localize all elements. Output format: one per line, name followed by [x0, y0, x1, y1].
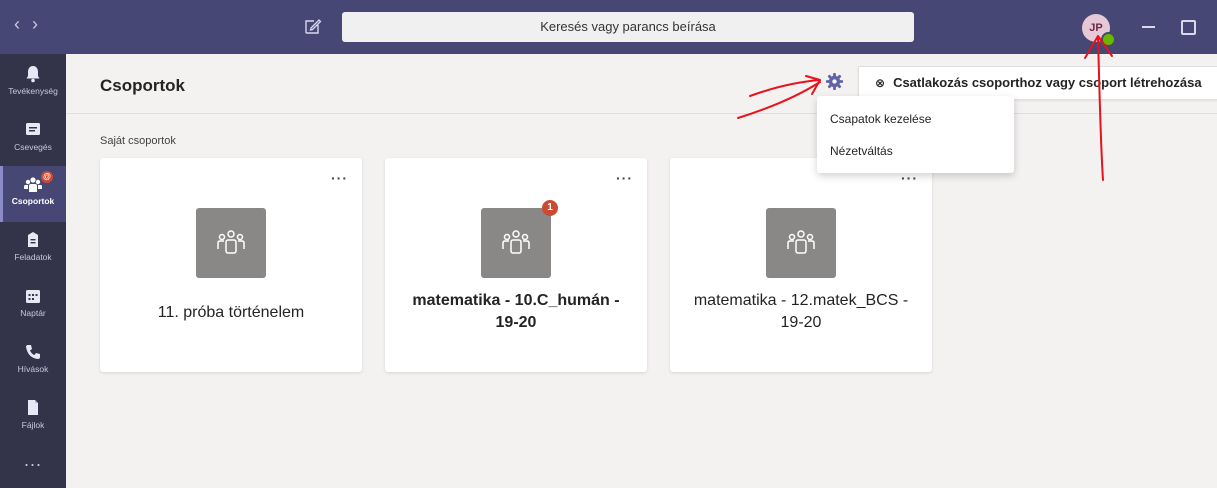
add-team-icon: ⊗	[875, 76, 886, 90]
compose-icon[interactable]	[303, 16, 323, 36]
team-settings-menu: Csapatok kezelése Nézetváltás	[817, 96, 1014, 173]
rail-item-calendar[interactable]: Naptár	[0, 278, 66, 334]
team-name: matematika - 10.C_humán - 19-20	[412, 292, 620, 331]
team-icon	[217, 230, 245, 254]
team-icon	[787, 230, 815, 254]
team-avatar	[481, 208, 551, 278]
more-options-icon[interactable]: ···	[331, 170, 348, 186]
team-name: 11. próba történelem	[157, 304, 305, 321]
chat-icon	[26, 123, 40, 135]
assignments-icon	[28, 232, 38, 247]
search-input[interactable]: Keresés vagy parancs beírása	[342, 12, 914, 42]
bell-icon	[26, 66, 40, 83]
rail-label: Feladatok	[14, 252, 52, 262]
rail-item-files[interactable]: Fájlok	[0, 390, 66, 446]
rail-label: Tevékenység	[8, 86, 58, 96]
team-icon	[502, 230, 530, 254]
team-card[interactable]: ··· 11. próba történelem	[100, 158, 362, 372]
rail-label: Hívások	[17, 364, 49, 374]
menu-item-manage-teams[interactable]: Csapatok kezelése	[830, 112, 931, 126]
team-avatar	[766, 208, 836, 278]
rail-item-assignments[interactable]: Feladatok	[0, 222, 66, 278]
rail-item-activity[interactable]: Tevékenység	[0, 56, 66, 112]
presence-available-icon	[1101, 32, 1116, 47]
team-card[interactable]: ··· 1 matematika - 10.C_humán - 19-20	[385, 158, 647, 372]
join-button-label: Csatlakozás csoporthoz vagy csoport létr…	[893, 75, 1202, 90]
file-icon	[28, 400, 38, 415]
mention-badge: @	[41, 171, 53, 183]
team-name: matematika - 12.matek_BCS - 19-20	[693, 292, 909, 331]
page-title: Csoportok	[100, 76, 185, 95]
rail-label: Naptár	[20, 308, 46, 318]
rail-label: Csoportok	[11, 196, 55, 206]
menu-item-switch-view[interactable]: Nézetváltás	[830, 144, 893, 158]
forward-arrow-icon[interactable]: ›	[32, 14, 50, 34]
rail-item-teams[interactable]: @ Csoportok	[0, 166, 66, 222]
minimize-icon[interactable]	[1142, 26, 1155, 28]
rail-label: Fájlok	[21, 420, 45, 430]
rail-label: Csevegés	[14, 142, 52, 152]
history-nav: ‹›	[14, 14, 50, 35]
back-arrow-icon[interactable]: ‹	[14, 14, 32, 34]
rail-item-chat[interactable]: Csevegés	[0, 112, 66, 168]
rail-item-calls[interactable]: Hívások	[0, 334, 66, 390]
calendar-icon	[26, 290, 40, 303]
more-options-icon[interactable]: ···	[616, 170, 633, 186]
team-avatar	[196, 208, 266, 278]
section-title: Saját csoportok	[100, 135, 176, 147]
gear-icon[interactable]	[825, 72, 844, 91]
restore-icon[interactable]	[1181, 20, 1196, 35]
join-or-create-team-button[interactable]: ⊗ Csatlakozás csoporthoz vagy csoport lét…	[858, 66, 1217, 100]
more-apps-button[interactable]: ...	[0, 450, 66, 471]
team-card[interactable]: ··· matematika - 12.matek_BCS - 19-20	[670, 158, 932, 372]
notification-badge: 1	[542, 200, 558, 216]
phone-icon	[26, 345, 40, 359]
